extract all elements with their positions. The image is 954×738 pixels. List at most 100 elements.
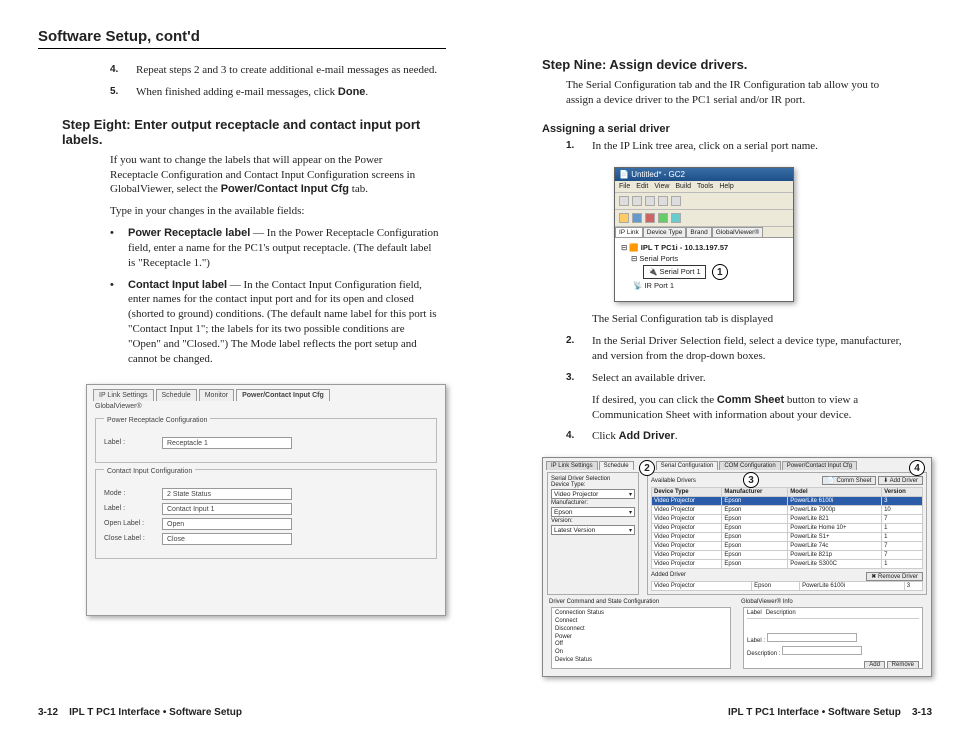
page-number: 3-13 — [912, 707, 932, 718]
tab-power-contact[interactable]: Power/Contact Input Cfg — [236, 389, 330, 401]
info-tab-label[interactable]: Label — [747, 610, 762, 618]
toolbar-icon[interactable] — [632, 196, 642, 206]
step-eight-heading: Step Eight: Enter output receptacle and … — [62, 117, 442, 147]
version-select[interactable]: Latest Version — [551, 525, 635, 535]
assign-serial-heading: Assigning a serial driver — [542, 123, 932, 135]
bullet-item: Power Receptacle label — In the Power Re… — [110, 226, 440, 271]
step-nine-heading: Step Nine: Assign device drivers. — [542, 57, 922, 72]
gc2-window-figure: 📄 Untitled* - GC2 File Edit View Build T… — [614, 167, 794, 303]
menu-build[interactable]: Build — [675, 183, 691, 190]
toolbar-icon[interactable] — [645, 196, 655, 206]
tree-node-root[interactable]: ⊟ 🟧 IPL T PC1i - 10.13.197.57 — [621, 242, 787, 253]
toolbar-icon[interactable] — [632, 213, 642, 223]
tree-tabs: IP Link Device Type Brand GlobalViewer® — [615, 227, 793, 238]
footer-text: IPL T PC1 Interface • Software Setup — [728, 707, 901, 718]
toolbar-icon[interactable] — [645, 213, 655, 223]
table-row[interactable]: Video ProjectorEpsonPowerLite 74c7 — [652, 542, 923, 551]
tab-powercfg[interactable]: Power/Contact Input Cfg — [782, 461, 857, 470]
serial-config-figure: 2 3 4 IP Link Settings Schedule Serial C… — [542, 457, 932, 677]
callout-1: 1 — [712, 264, 728, 280]
table-row[interactable]: Video ProjectorEpsonPowerLite 7900p10 — [652, 506, 923, 515]
open-label-input[interactable]: Open — [162, 518, 292, 530]
device-type-select[interactable]: Video Projector — [551, 489, 635, 499]
table-row[interactable]: Video ProjectorEpsonPowerLite Home 10+1 — [652, 524, 923, 533]
tree-node[interactable]: ⊟ Serial Ports — [621, 253, 787, 264]
window-toolbar — [615, 193, 793, 210]
close-label-input[interactable]: Close — [162, 533, 292, 545]
label-input[interactable]: Contact Input 1 — [162, 503, 292, 515]
table-row[interactable]: Video ProjectorEpsonPowerLite 6100i3 — [652, 497, 923, 506]
tree-node-ir[interactable]: 📡 IR Port 1 — [621, 280, 787, 291]
tab-brand[interactable]: Brand — [686, 227, 711, 237]
tab-iplink[interactable]: IP Link Settings — [546, 461, 598, 470]
tab-iplink[interactable]: IP Link Settings — [93, 389, 154, 401]
toolbar-icon[interactable] — [671, 213, 681, 223]
step-number: 4. — [110, 63, 136, 78]
mode-input[interactable]: 2 State Status — [162, 488, 292, 500]
toolbar-icon[interactable] — [658, 213, 668, 223]
add-driver-button[interactable]: ⬇ Add Driver — [878, 476, 923, 485]
gv-info-panel: Label Description Label : Description : … — [743, 607, 923, 669]
page-footer: 3-12 IPL T PC1 Interface • Software Setu… — [38, 693, 446, 718]
menu-file[interactable]: File — [619, 183, 630, 190]
config-dialog-figure: IP Link Settings Schedule Monitor Power/… — [86, 384, 446, 616]
tab-schedule[interactable]: Schedule — [156, 389, 197, 401]
bullet-item: Contact Input label — In the Contact Inp… — [110, 278, 440, 367]
tab-serialcfg[interactable]: Serial Configuration — [656, 461, 719, 470]
paragraph: The Serial Configuration tab is displaye… — [592, 312, 912, 327]
list-item: 5. When finished adding e-mail messages,… — [110, 85, 446, 100]
window-menubar: File Edit View Build Tools Help — [615, 181, 793, 193]
driver-selection-panel: Serial Driver Selection Device Type: Vid… — [547, 472, 639, 595]
footer-text: IPL T PC1 Interface • Software Setup — [69, 707, 242, 718]
list-item: 2. In the Serial Driver Selection field,… — [566, 334, 906, 364]
toolbar-icon[interactable] — [671, 196, 681, 206]
window-titlebar: 📄 Untitled* - GC2 — [615, 168, 793, 181]
tab-schedule[interactable]: Schedule — [599, 461, 634, 470]
list-item: 3. Select an available driver. — [566, 371, 906, 386]
remove-driver-button[interactable]: ✖ Remove Driver — [866, 572, 923, 581]
tab-globalviewer[interactable]: GlobalViewer® — [712, 227, 763, 237]
list-item: 4. Click Add Driver. — [566, 429, 906, 444]
table-row[interactable]: Video ProjectorEpsonPowerLite 6100i3 — [652, 582, 923, 591]
menu-edit[interactable]: Edit — [636, 183, 648, 190]
command-tree[interactable]: Connection Status Connect Disconnect Pow… — [551, 607, 731, 669]
info-label-input[interactable] — [767, 633, 857, 642]
drivers-table: Device TypeManufacturerModelVersion Vide… — [651, 487, 923, 569]
menu-view[interactable]: View — [654, 183, 669, 190]
receptacle-label-input[interactable]: Receptacle 1 — [162, 437, 292, 449]
paragraph: If desired, you can click the Comm Sheet… — [592, 393, 902, 423]
paragraph: Type in your changes in the available fi… — [110, 204, 430, 219]
menu-tools[interactable]: Tools — [697, 183, 713, 190]
available-drivers-panel: Available Drivers 📄 Comm Sheet ⬇ Add Dri… — [647, 472, 927, 595]
table-row[interactable]: Video ProjectorEpsonPowerLite 8217 — [652, 515, 923, 524]
added-driver-table: Video ProjectorEpsonPowerLite 6100i3 — [651, 581, 923, 591]
tab-comcfg[interactable]: COM Configuration — [719, 461, 780, 470]
toolbar-icon[interactable] — [619, 196, 629, 206]
info-desc-input[interactable] — [782, 646, 862, 655]
page-footer: IPL T PC1 Interface • Software Setup 3-1… — [494, 693, 932, 718]
list-item: 1. In the IP Link tree area, click on a … — [566, 139, 906, 154]
info-tab-desc[interactable]: Description — [766, 610, 796, 618]
comm-sheet-button[interactable]: 📄 Comm Sheet — [822, 476, 876, 485]
paragraph: If you want to change the labels that wi… — [110, 153, 430, 198]
window-toolbar2 — [615, 210, 793, 227]
label: Label : — [104, 439, 156, 446]
step-text: In the IP Link tree area, click on a ser… — [592, 139, 906, 154]
toolbar-icon[interactable] — [658, 196, 668, 206]
table-row[interactable]: Video ProjectorEpsonPowerLite S1+1 — [652, 533, 923, 542]
table-row[interactable]: Video ProjectorEpsonPowerLite 821p7 — [652, 551, 923, 560]
toolbar-icon[interactable] — [619, 213, 629, 223]
left-page: Software Setup, cont'd 4. Repeat steps 2… — [38, 28, 446, 718]
tab-devicetype[interactable]: Device Type — [643, 227, 687, 237]
info-remove-button[interactable]: Remove — [887, 661, 919, 670]
menu-help[interactable]: Help — [719, 183, 733, 190]
power-receptacle-group: Power Receptacle Configuration Label : R… — [95, 418, 437, 463]
info-add-button[interactable]: Add — [864, 661, 885, 670]
step-text: When finished adding e-mail messages, cl… — [136, 85, 446, 100]
table-row[interactable]: Video ProjectorEpsonPowerLite S300C1 — [652, 560, 923, 569]
tab-monitor[interactable]: Monitor — [199, 389, 234, 401]
manufacturer-select[interactable]: Epson — [551, 507, 635, 517]
tab-iplink[interactable]: IP Link — [615, 227, 643, 237]
serial-port-node[interactable]: 🔌 Serial Port 1 — [643, 265, 706, 278]
contact-input-group: Contact Input Configuration Mode :2 Stat… — [95, 469, 437, 559]
